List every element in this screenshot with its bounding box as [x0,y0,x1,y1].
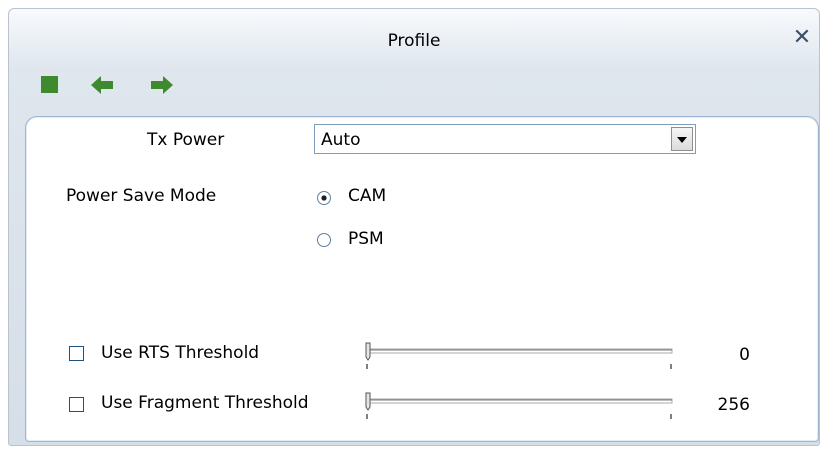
fragment-threshold-slider[interactable] [362,390,676,420]
window-title: Profile [387,31,441,51]
radio-psm[interactable] [316,232,332,248]
use-fragment-threshold-label: Use Fragment Threshold [101,393,309,413]
fragment-threshold-value: 256 [717,395,750,415]
use-rts-threshold-checkbox[interactable] [69,346,84,361]
forward-arrow-icon[interactable] [149,73,175,97]
profile-window: Profile ✕ [8,8,820,446]
use-rts-threshold-label: Use RTS Threshold [101,343,260,363]
power-save-mode-label: Power Save Mode [66,186,217,206]
radio-cam-label: CAM [348,186,387,206]
tx-power-select[interactable]: Auto [314,124,696,154]
radio-cam[interactable] [316,190,332,206]
tx-power-value: Auto [321,130,361,150]
back-arrow-icon[interactable] [89,73,115,97]
rts-threshold-slider[interactable] [362,340,676,370]
chevron-down-icon[interactable] [671,127,693,151]
use-fragment-threshold-checkbox[interactable] [69,397,84,412]
rts-threshold-value: 0 [739,345,750,365]
close-icon[interactable]: ✕ [791,27,813,49]
radio-psm-label: PSM [348,229,384,249]
tx-power-label: Tx Power [147,130,225,150]
stop-square-icon[interactable] [39,73,65,97]
